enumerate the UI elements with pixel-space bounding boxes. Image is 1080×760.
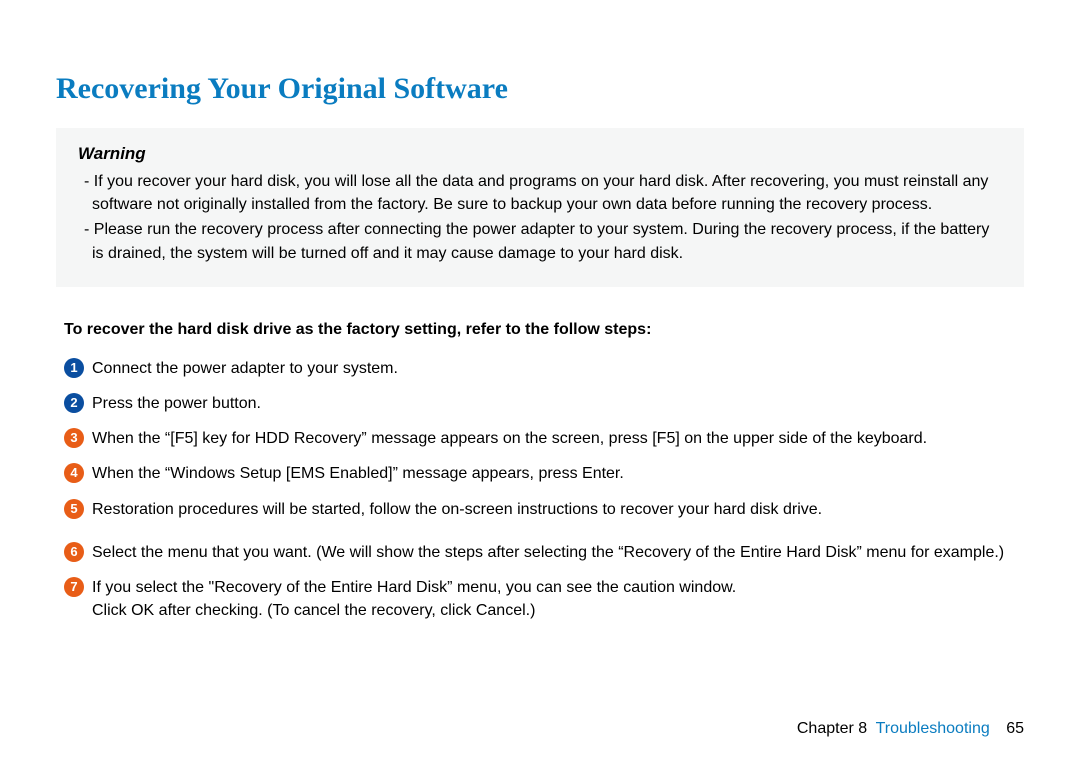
steps-list: 1 Connect the power adapter to your syst…: [56, 357, 1024, 623]
step-row: 5 Restoration procedures will be started…: [64, 498, 1024, 521]
step-row: 4 When the “Windows Setup [EMS Enabled]”…: [64, 462, 1024, 485]
warning-body: - If you recover your hard disk, you wil…: [78, 170, 1002, 265]
step-text: If you select the "Recovery of the Entir…: [92, 576, 1024, 622]
step-text: Restoration procedures will be started, …: [92, 498, 1024, 521]
step-text: Press the power button.: [92, 392, 1024, 415]
step-number-icon: 4: [64, 463, 84, 483]
step-row: 7 If you select the "Recovery of the Ent…: [64, 576, 1024, 622]
step-row: 1 Connect the power adapter to your syst…: [64, 357, 1024, 380]
warning-item: - If you recover your hard disk, you wil…: [92, 170, 1002, 216]
step-text: When the “[F5] key for HDD Recovery” mes…: [92, 427, 1024, 450]
step-number-icon: 3: [64, 428, 84, 448]
warning-item: - Please run the recovery process after …: [92, 218, 1002, 264]
footer-chapter: Chapter 8: [797, 720, 867, 737]
instructions-heading: To recover the hard disk drive as the fa…: [64, 321, 1024, 339]
step-text: Connect the power adapter to your system…: [92, 357, 1024, 380]
step-number-icon: 1: [64, 358, 84, 378]
warning-box: Warning - If you recover your hard disk,…: [56, 128, 1024, 287]
warning-heading: Warning: [78, 144, 1002, 164]
page-title: Recovering Your Original Software: [56, 72, 1024, 106]
step-row: 3 When the “[F5] key for HDD Recovery” m…: [64, 427, 1024, 450]
step-row: 2 Press the power button.: [64, 392, 1024, 415]
document-page: Recovering Your Original Software Warnin…: [0, 0, 1080, 760]
step-text: When the “Windows Setup [EMS Enabled]” m…: [92, 462, 1024, 485]
step-text: Select the menu that you want. (We will …: [92, 541, 1024, 564]
step-number-icon: 6: [64, 542, 84, 562]
step-row: 6 Select the menu that you want. (We wil…: [64, 541, 1024, 564]
page-footer: Chapter 8 Troubleshooting 65: [797, 720, 1024, 738]
step-number-icon: 5: [64, 499, 84, 519]
step-number-icon: 2: [64, 393, 84, 413]
footer-section: Troubleshooting: [876, 720, 990, 737]
footer-page-number: 65: [1006, 720, 1024, 737]
step-number-icon: 7: [64, 577, 84, 597]
